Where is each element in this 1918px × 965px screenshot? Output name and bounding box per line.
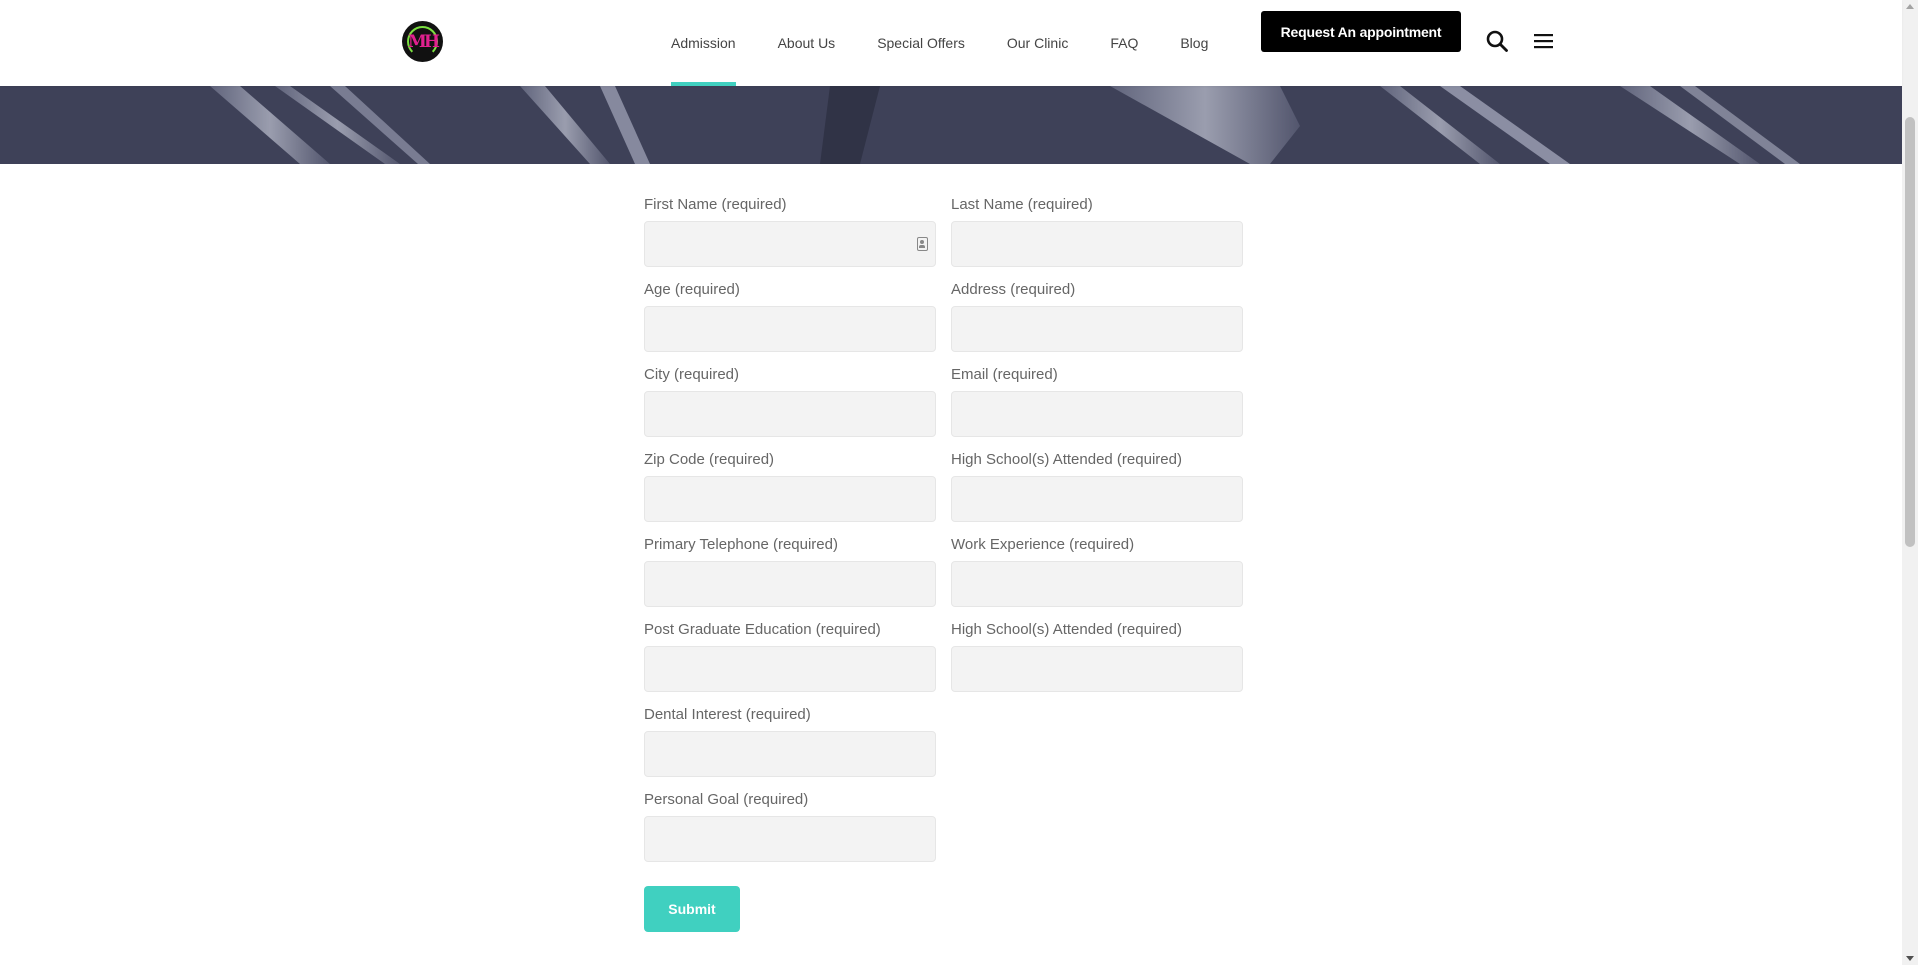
form-row: Zip Code (required) High School(s) Atten… [644,451,1244,522]
email-input[interactable] [951,391,1243,437]
form-row: First Name (required) Last Name (require… [644,196,1244,267]
first-name-field: First Name (required) [644,196,936,267]
last-name-label: Last Name (required) [951,196,1093,213]
post-graduate-education-field: Post Graduate Education (required) [644,621,936,692]
first-name-label: First Name (required) [644,196,787,213]
scroll-down-arrow-icon[interactable] [1906,956,1914,961]
high-school-field: High School(s) Attended (required) [951,451,1243,522]
work-experience-field: Work Experience (required) [951,536,1243,607]
high-school-input[interactable] [951,476,1243,522]
admission-form: First Name (required) Last Name (require… [644,196,1244,932]
personal-goal-input[interactable] [644,816,936,862]
request-appointment-button[interactable]: Request An appointment [1261,11,1461,52]
site-header: MH Admission About Us Special Offers Our… [0,0,1902,86]
scroll-thumb[interactable] [1905,117,1915,547]
city-input[interactable] [644,391,936,437]
dental-interest-field: Dental Interest (required) [644,706,936,777]
nav-item-special-offers[interactable]: Special Offers [877,0,965,86]
dental-tools-background [0,86,1902,164]
form-row: City (required) Email (required) [644,366,1244,437]
submit-button[interactable]: Submit [644,886,740,932]
nav-item-faq[interactable]: FAQ [1110,0,1138,86]
nav-item-our-clinic[interactable]: Our Clinic [1007,0,1068,86]
dental-interest-input[interactable] [644,731,936,777]
first-name-input[interactable] [644,221,936,267]
city-label: City (required) [644,366,740,383]
nav-item-about-us[interactable]: About Us [778,0,836,86]
zip-code-input[interactable] [644,476,936,522]
search-icon[interactable] [1486,30,1508,52]
work-experience-input[interactable] [951,561,1243,607]
scroll-up-arrow-icon[interactable] [1906,4,1914,9]
form-row: Personal Goal (required) [644,791,1244,862]
logo-mark: MH [408,31,440,52]
zip-code-field: Zip Code (required) [644,451,936,522]
hamburger-menu-icon[interactable] [1534,33,1553,49]
email-field: Email (required) [951,366,1243,437]
hero-banner-image [0,86,1902,164]
high-school-input-2[interactable] [951,646,1243,692]
last-name-field: Last Name (required) [951,196,1243,267]
high-school-label-2: High School(s) Attended (required) [951,621,1182,638]
site-logo[interactable]: MH [402,21,443,62]
address-field: Address (required) [951,281,1243,352]
personal-goal-field: Personal Goal (required) [644,791,936,862]
work-experience-label: Work Experience (required) [951,536,1135,553]
first-name-input-wrap [644,221,936,267]
nav-item-admission[interactable]: Admission [671,0,736,86]
form-row: Age (required) Address (required) [644,281,1244,352]
form-row: Post Graduate Education (required) High … [644,621,1244,692]
last-name-input[interactable] [951,221,1243,267]
main-nav: Admission About Us Special Offers Our Cl… [671,0,1208,86]
post-graduate-education-label: Post Graduate Education (required) [644,621,881,638]
nav-item-blog[interactable]: Blog [1180,0,1208,86]
dental-interest-label: Dental Interest (required) [644,706,811,723]
high-school-field-2: High School(s) Attended (required) [951,621,1243,692]
address-input[interactable] [951,306,1243,352]
city-field: City (required) [644,366,936,437]
contact-card-icon[interactable] [917,237,928,251]
high-school-label: High School(s) Attended (required) [951,451,1182,468]
primary-telephone-field: Primary Telephone (required) [644,536,936,607]
form-row: Dental Interest (required) [644,706,1244,777]
age-field: Age (required) [644,281,936,352]
primary-telephone-input[interactable] [644,561,936,607]
age-label: Age (required) [644,281,740,298]
age-input[interactable] [644,306,936,352]
zip-code-label: Zip Code (required) [644,451,775,468]
page-scrollbar[interactable] [1902,0,1918,965]
personal-goal-label: Personal Goal (required) [644,791,809,808]
address-label: Address (required) [951,281,1076,298]
email-label: Email (required) [951,366,1058,383]
primary-telephone-label: Primary Telephone (required) [644,536,838,553]
post-graduate-education-input[interactable] [644,646,936,692]
form-row: Primary Telephone (required) Work Experi… [644,536,1244,607]
